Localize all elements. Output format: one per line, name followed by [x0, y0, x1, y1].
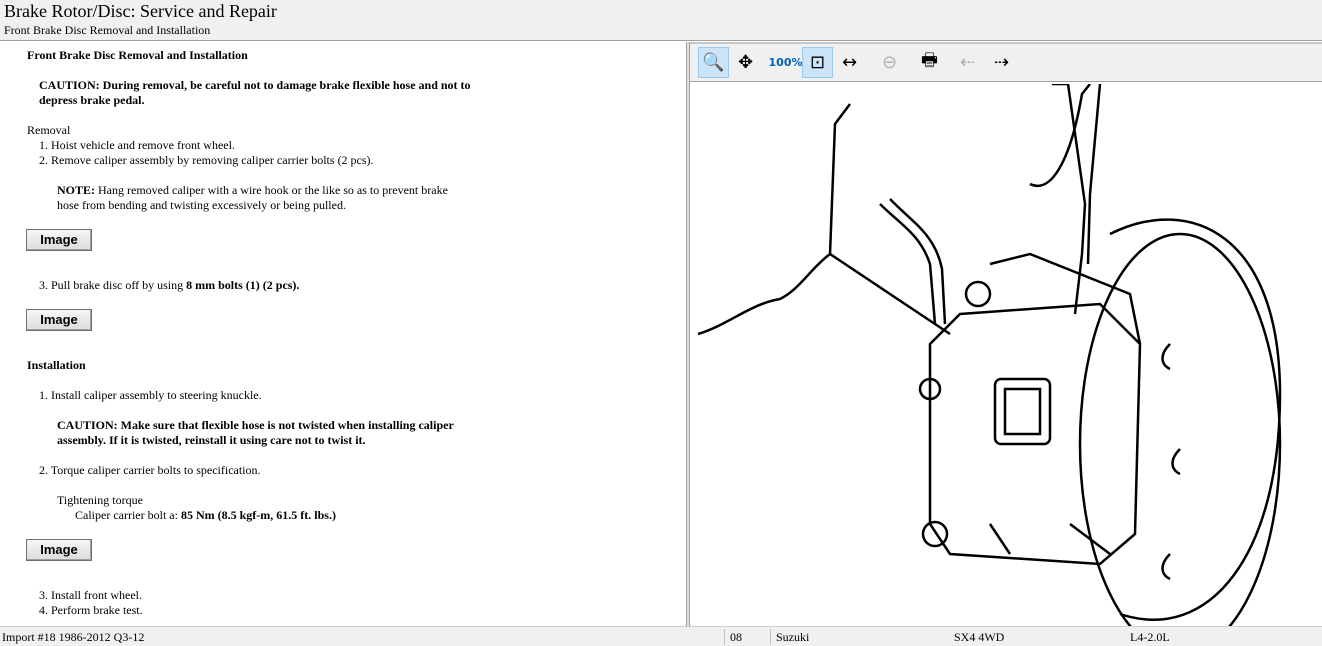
caution-text: CAUTION: During removal, be careful not … [39, 78, 471, 92]
torque-value: Caliper carrier bolt a: 85 Nm (8.5 kgf-m… [75, 508, 336, 522]
previous-image-icon[interactable]: ⇠ [952, 47, 983, 78]
step: 2. Remove caliper assembly by removing c… [39, 153, 374, 167]
step: 1. Install caliper assembly to steering … [39, 388, 262, 402]
viewer-toolbar: 🔍 ✥ 100% ⊡ ↔ ⊖ 🖶 ⇠ ⇢ [690, 42, 1322, 82]
caution-text: depress brake pedal. [39, 93, 145, 107]
fit-icon[interactable]: ⊡ [802, 47, 833, 78]
status-bar: Import #18 1986-2012 Q3-12 08 Suzuki SX4… [0, 626, 1322, 646]
doc-heading: Front Brake Disc Removal and Installatio… [27, 48, 248, 62]
page-title: Brake Rotor/Disc: Service and Repair [4, 1, 277, 21]
print-icon[interactable]: 🖶 [914, 47, 945, 78]
step: 3. Install front wheel. [39, 588, 142, 602]
section-removal: Removal [27, 123, 71, 137]
zoom-in-icon[interactable]: 🔍 [698, 47, 729, 78]
note-text: NOTE: Hang removed caliper with a wire h… [57, 183, 448, 197]
note-text: hose from bending and twisting excessive… [57, 198, 346, 212]
actual-size-icon[interactable]: 100% [769, 47, 803, 78]
zoom-out-icon[interactable]: ⊖ [874, 47, 905, 78]
step: 2. Torque caliper carrier bolts to speci… [39, 463, 261, 477]
document-pane: Front Brake Disc Removal and Installatio… [0, 42, 686, 626]
step: 4. Perform brake test. [39, 603, 143, 617]
status-source: Import #18 1986-2012 Q3-12 [2, 630, 145, 644]
status-make: Suzuki [776, 630, 810, 644]
header: Brake Rotor/Disc: Service and Repair Fro… [0, 0, 1322, 41]
brake-caliper-diagram [697, 84, 1282, 626]
caution-text: assembly. If it is twisted, reinstall it… [57, 433, 366, 447]
step: 1. Hoist vehicle and remove front wheel. [39, 138, 235, 152]
torque-label: Tightening torque [57, 493, 143, 507]
status-year: 08 [730, 630, 742, 644]
status-engine: L4-2.0L [1130, 630, 1170, 644]
pan-icon[interactable]: ✥ [730, 47, 761, 78]
image-button[interactable]: Image [26, 229, 92, 251]
status-model: SX4 4WD [954, 630, 1005, 644]
next-image-icon[interactable]: ⇢ [986, 47, 1017, 78]
image-button[interactable]: Image [26, 309, 92, 331]
image-button[interactable]: Image [26, 539, 92, 561]
caution-text: CAUTION: Make sure that flexible hose is… [57, 418, 454, 432]
step: 3. Pull brake disc off by using 8 mm bol… [39, 278, 300, 292]
fit-width-icon[interactable]: ↔ [834, 47, 865, 78]
image-viewer: 🔍 ✥ 100% ⊡ ↔ ⊖ 🖶 ⇠ ⇢ [690, 42, 1322, 626]
section-installation: Installation [27, 358, 86, 372]
page-subtitle: Front Brake Disc Removal and Installatio… [4, 23, 211, 37]
